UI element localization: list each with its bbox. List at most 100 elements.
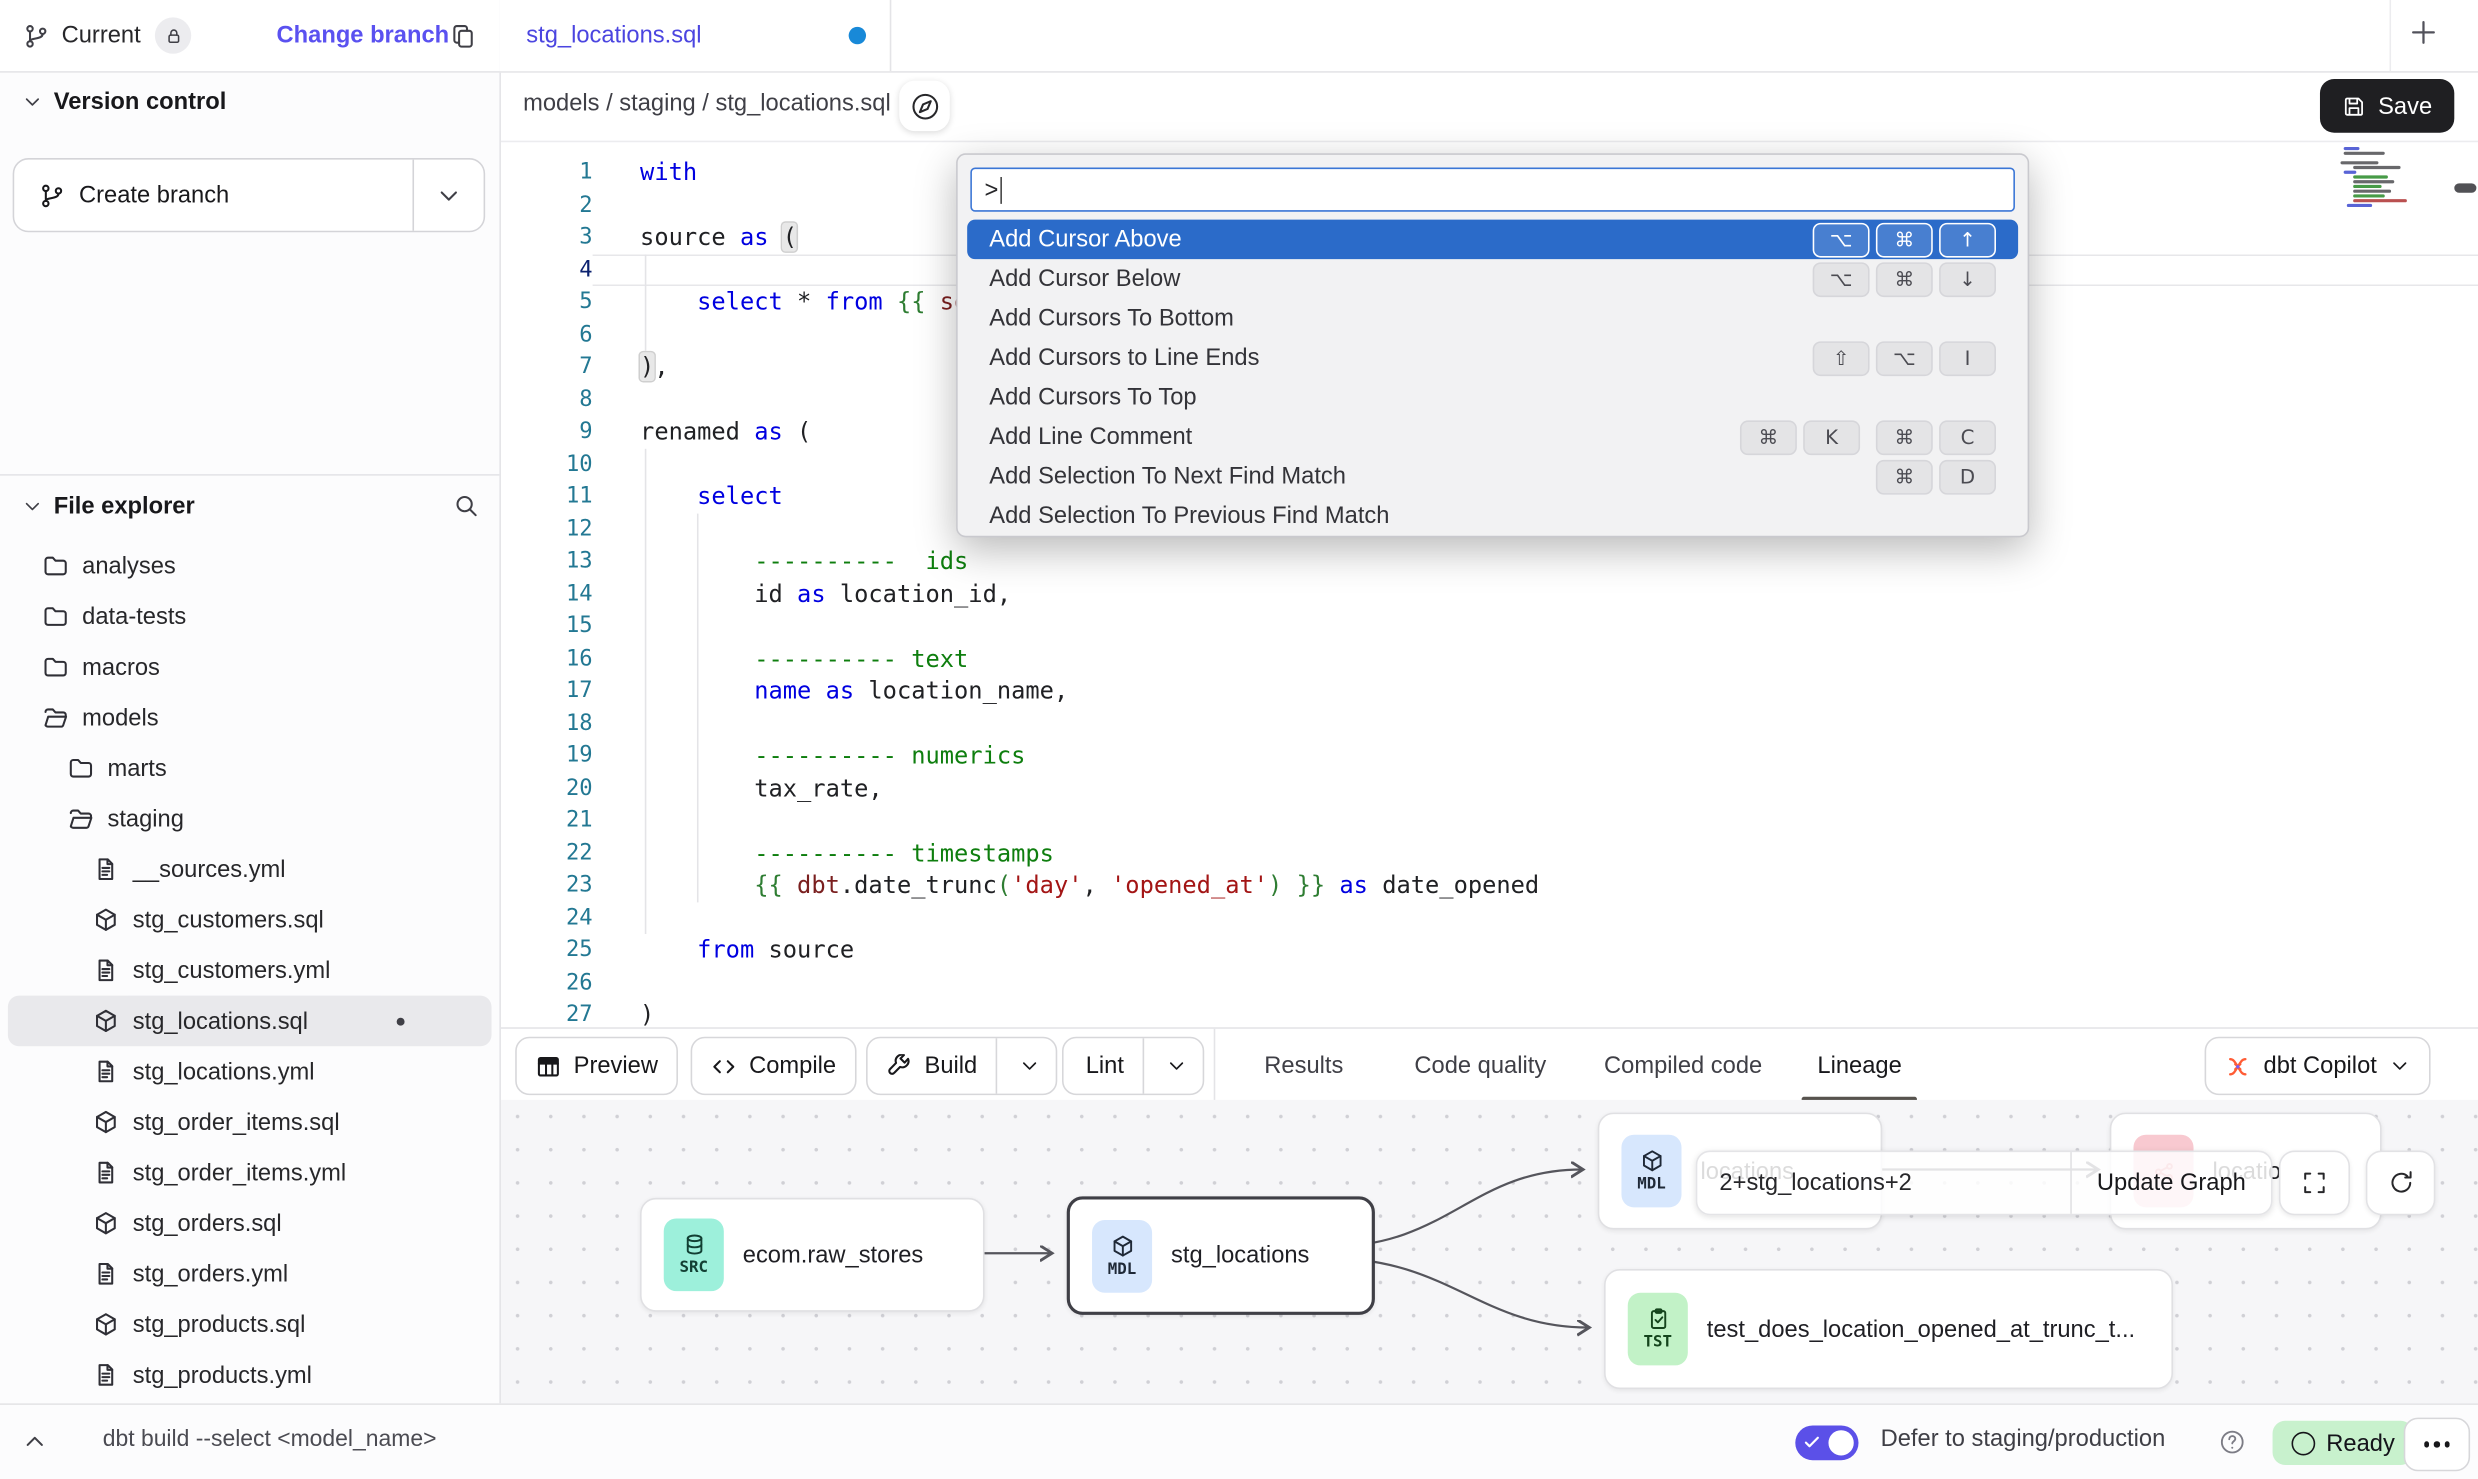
line-number: 14: [501, 578, 593, 610]
code-line-15[interactable]: 15: [501, 610, 2478, 642]
search-icon[interactable]: [454, 493, 479, 518]
tree-item-models[interactable]: models: [8, 692, 492, 743]
cli-command-text[interactable]: dbt build --select <model_name>: [103, 1427, 437, 1452]
tree-item-macros[interactable]: macros: [8, 642, 492, 693]
code-line-26[interactable]: 26: [501, 966, 2478, 998]
save-icon: [2342, 94, 2366, 118]
save-button[interactable]: Save: [2320, 79, 2455, 133]
code-line-23[interactable]: 23 {{ dbt.date_trunc('day', 'opened_at')…: [501, 869, 2478, 901]
file-explorer-title: File explorer: [54, 492, 195, 519]
folder-icon: [68, 755, 93, 780]
panel-tab-code-quality[interactable]: Code quality: [1414, 1029, 1546, 1102]
preview-button[interactable]: Preview: [515, 1037, 678, 1095]
lineage-node-test[interactable]: TST test_does_location_opened_at_trunc_t…: [1604, 1269, 2173, 1389]
tree-item-marts[interactable]: marts: [8, 743, 492, 794]
file-explorer-header[interactable]: File explorer: [0, 476, 499, 536]
wrench-icon: [887, 1053, 912, 1078]
lineage-canvas[interactable]: SRC ecom.raw_stores MDL stg_locations MD…: [501, 1100, 2478, 1403]
build-dropdown[interactable]: [996, 1038, 1056, 1093]
code-line-22[interactable]: 22 ---------- timestamps: [501, 837, 2478, 869]
command-palette-input[interactable]: >: [970, 168, 2015, 212]
table-icon: [536, 1053, 561, 1078]
lint-dropdown[interactable]: [1143, 1038, 1203, 1093]
copy-icon[interactable]: [450, 23, 475, 48]
tab-stg-locations[interactable]: stg_locations.sql: [499, 0, 891, 71]
change-branch-link[interactable]: Change branch: [277, 22, 450, 49]
dbt-copilot-button[interactable]: dbt Copilot: [2205, 1037, 2431, 1095]
code-line-19[interactable]: 19 ---------- numerics: [501, 740, 2478, 772]
tree-item-staging[interactable]: staging: [8, 793, 492, 844]
tree-item-label: stg_customers.yml: [133, 957, 331, 984]
file-tree: analysesdata-testsmacrosmodelsmartsstagi…: [0, 540, 499, 1400]
palette-item-add-selection-to-next-find-match[interactable]: Add Selection To Next Find Match⌘D: [967, 457, 2018, 497]
sidebar: Version control Create branch File explo…: [0, 71, 501, 1403]
folder-open-icon: [68, 806, 93, 831]
modified-dot: [397, 1017, 405, 1025]
unsaved-dot: [849, 27, 866, 44]
lint-label: Lint: [1086, 1053, 1124, 1080]
tree-item-stg-locations-yml[interactable]: stg_locations.yml: [8, 1046, 492, 1097]
more-options-button[interactable]: [2404, 1418, 2470, 1472]
tree-item-stg-products-sql[interactable]: stg_products.sql: [8, 1299, 492, 1350]
tree-item--sources-yml[interactable]: __sources.yml: [8, 844, 492, 895]
tree-item-stg-orders-yml[interactable]: stg_orders.yml: [8, 1248, 492, 1299]
lineage-node-stg-locations[interactable]: MDL stg_locations: [1067, 1196, 1375, 1315]
code-line-24[interactable]: 24: [501, 902, 2478, 934]
palette-item-label: Add Cursor Below: [989, 265, 1797, 292]
tree-item-stg-products-yml[interactable]: stg_products.yml: [8, 1350, 492, 1401]
palette-item-add-cursors-to-top[interactable]: Add Cursors To Top: [967, 378, 2018, 418]
lock-icon: [164, 26, 183, 45]
help-icon[interactable]: [2219, 1429, 2246, 1456]
tree-item-stg-order-items-yml[interactable]: stg_order_items.yml: [8, 1147, 492, 1198]
code-line-16[interactable]: 16 ---------- text: [501, 642, 2478, 674]
palette-item-add-line-comment[interactable]: Add Line Comment⌘K⌘C: [967, 417, 2018, 457]
line-content: name as location_name,: [593, 675, 2478, 707]
tree-item-stg-orders-sql[interactable]: stg_orders.sql: [8, 1198, 492, 1249]
code-line-21[interactable]: 21: [501, 804, 2478, 836]
code-line-14[interactable]: 14 id as location_id,: [501, 578, 2478, 610]
compile-button[interactable]: Compile: [691, 1037, 857, 1095]
code-line-13[interactable]: 13 ---------- ids: [501, 545, 2478, 577]
panel-tab-compiled-code[interactable]: Compiled code: [1604, 1029, 1762, 1102]
create-branch-button[interactable]: Create branch: [13, 158, 486, 232]
tree-item-label: stg_order_items.yml: [133, 1159, 346, 1186]
tree-item-stg-customers-sql[interactable]: stg_customers.sql: [8, 894, 492, 945]
code-line-25[interactable]: 25 from source: [501, 934, 2478, 966]
code-line-17[interactable]: 17 name as location_name,: [501, 675, 2478, 707]
panel-tab-lineage[interactable]: Lineage: [1817, 1029, 1901, 1102]
lineage-selector-input[interactable]: 2+stg_locations+2: [1697, 1152, 2070, 1214]
tree-item-data-tests[interactable]: data-tests: [8, 591, 492, 642]
minimap[interactable]: [2341, 147, 2450, 210]
code-line-27[interactable]: 27): [501, 999, 2478, 1029]
update-graph-button[interactable]: Update Graph: [2070, 1152, 2271, 1214]
line-content: {{ dbt.date_trunc('day', 'opened_at') }}…: [593, 869, 2478, 901]
build-button[interactable]: Build: [866, 1037, 1058, 1095]
defer-toggle[interactable]: [1795, 1425, 1858, 1460]
panel-tab-results[interactable]: Results: [1264, 1029, 1343, 1102]
line-number: 27: [501, 999, 593, 1029]
tree-item-stg-customers-yml[interactable]: stg_customers.yml: [8, 945, 492, 996]
fullscreen-button[interactable]: [2279, 1150, 2350, 1215]
palette-item-add-cursor-below[interactable]: Add Cursor Below⌥⌘↓: [967, 259, 2018, 299]
code-line-18[interactable]: 18: [501, 707, 2478, 739]
version-control-header[interactable]: Version control: [0, 71, 499, 131]
palette-item-add-cursor-above[interactable]: Add Cursor Above⌥⌘↑: [967, 220, 2018, 260]
palette-item-add-cursors-to-bottom[interactable]: Add Cursors To Bottom: [967, 299, 2018, 339]
lint-button[interactable]: Lint: [1062, 1037, 1205, 1095]
create-branch-dropdown[interactable]: [412, 160, 483, 231]
refresh-button[interactable]: [2366, 1150, 2436, 1215]
palette-item-add-cursors-to-line-ends[interactable]: Add Cursors to Line Ends⇧⌥I: [967, 338, 2018, 378]
lineage-node-source[interactable]: SRC ecom.raw_stores: [640, 1198, 985, 1312]
tree-item-analyses[interactable]: analyses: [8, 540, 492, 591]
ready-label: Ready: [2326, 1429, 2395, 1456]
tree-item-stg-locations-sql[interactable]: stg_locations.sql: [8, 996, 492, 1047]
explore-compass-button[interactable]: [899, 81, 950, 132]
palette-query: >: [985, 176, 999, 203]
scrollbar-thumb[interactable]: [2454, 183, 2476, 192]
graph-controls: 2+stg_locations+2 Update Graph: [1696, 1150, 2273, 1215]
code-line-20[interactable]: 20 tax_rate,: [501, 772, 2478, 804]
new-tab-button[interactable]: [2408, 17, 2438, 47]
chevron-up-icon[interactable]: [22, 1429, 47, 1454]
palette-item-add-selection-to-previous-find-match[interactable]: Add Selection To Previous Find Match: [967, 496, 2018, 536]
tree-item-stg-order-items-sql[interactable]: stg_order_items.sql: [8, 1097, 492, 1148]
